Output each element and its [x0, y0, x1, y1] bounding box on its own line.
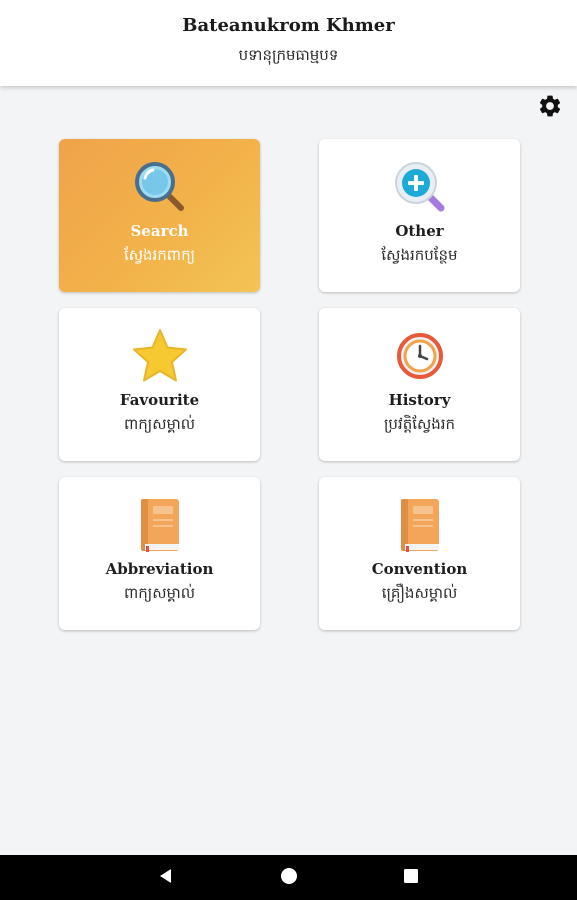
menu-card-subtitle: ស្វែងរកបន្ថែម	[381, 246, 458, 264]
gear-icon	[537, 93, 563, 123]
menu-card-other[interactable]: Other ស្វែងរកបន្ថែម	[319, 139, 520, 292]
menu-card-history[interactable]: History ប្រវត្តិស្វែងរក	[319, 308, 520, 461]
menu-card-subtitle: ស្វែងរកពាក្យ	[123, 246, 196, 264]
menu-card-subtitle: ពាក្យសម្គាល់	[123, 584, 196, 602]
menu-card-label: Convention	[371, 560, 468, 578]
app-header: Bateanukrom Khmer បទានុក្រមធាម្មបទ	[0, 0, 577, 86]
navigation-bar	[0, 855, 577, 900]
menu-card-label: History	[388, 391, 451, 409]
app-title: Bateanukrom Khmer	[182, 15, 395, 36]
home-circle-icon	[280, 867, 298, 889]
book-icon	[59, 497, 260, 553]
back-button[interactable]	[153, 865, 179, 891]
magnifier-icon	[59, 159, 260, 215]
menu-card-label: Favourite	[119, 391, 200, 409]
menu-card-abbreviation[interactable]: Abbreviation ពាក្យសម្គាល់	[59, 477, 260, 630]
back-triangle-icon	[158, 868, 174, 888]
recents-button[interactable]	[398, 865, 424, 891]
menu-card-subtitle: ប្រវត្តិស្វែងរក	[383, 415, 456, 433]
menu-card-search[interactable]: Search ស្វែងរកពាក្យ	[59, 139, 260, 292]
menu-card-label: Search	[130, 222, 189, 240]
clock-icon	[319, 328, 520, 384]
search-plus-icon	[319, 159, 520, 215]
menu-card-label: Abbreviation	[105, 560, 214, 578]
home-button[interactable]	[276, 865, 302, 891]
app-subtitle: បទានុក្រមធាម្មបទ	[238, 46, 339, 64]
menu-card-favourite[interactable]: Favourite ពាក្យសម្គាល់	[59, 308, 260, 461]
menu-card-convention[interactable]: Convention គ្រឿងសម្គាល់	[319, 477, 520, 630]
menu-card-label: Other	[395, 222, 444, 240]
star-icon	[59, 328, 260, 384]
menu-card-subtitle: គ្រឿងសម្គាល់	[381, 584, 458, 602]
recents-square-icon	[403, 868, 419, 888]
book-icon	[319, 497, 520, 553]
menu-card-subtitle: ពាក្យសម្គាល់	[123, 415, 196, 433]
settings-button[interactable]	[536, 94, 564, 122]
